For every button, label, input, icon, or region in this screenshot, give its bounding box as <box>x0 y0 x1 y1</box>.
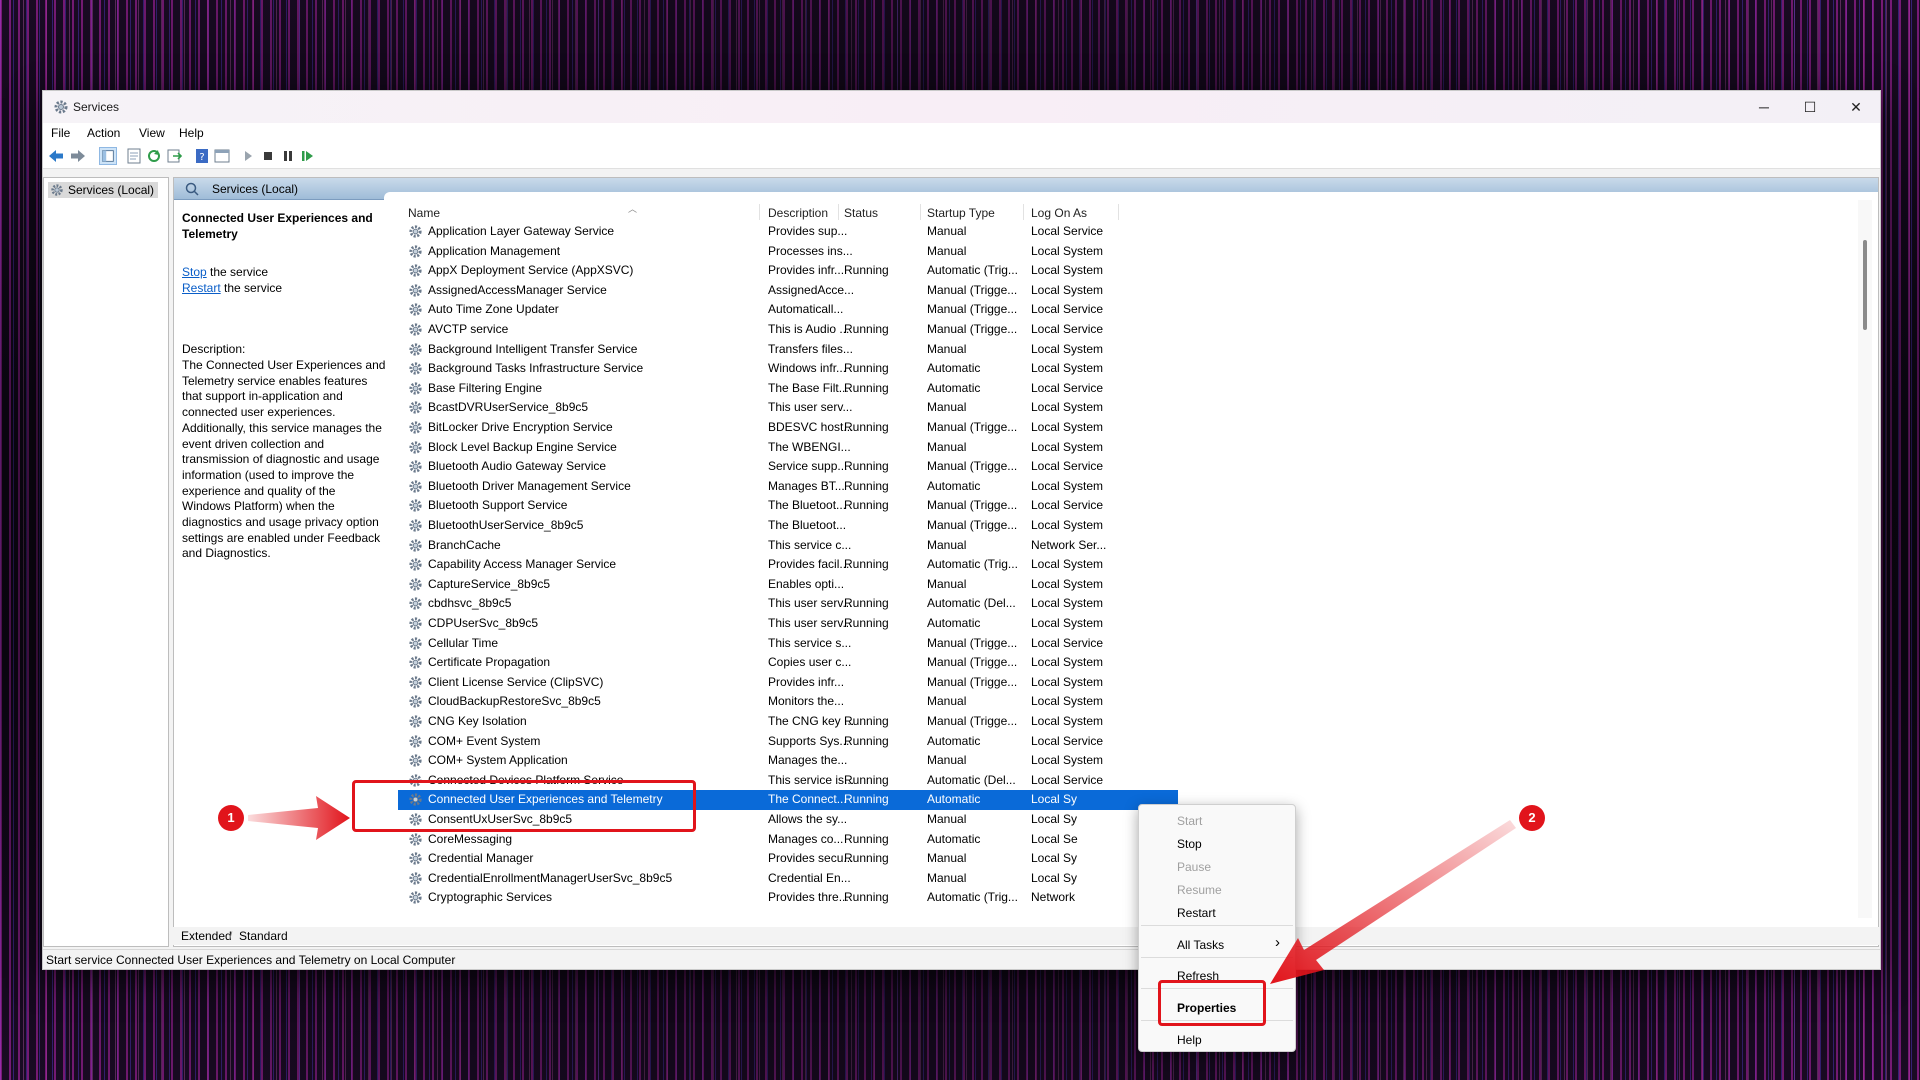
step-badge-2: 2 <box>1519 805 1545 831</box>
arrow-to-properties <box>1270 820 1516 984</box>
step-badge-1: 1 <box>218 805 244 831</box>
arrow-to-selected-service <box>248 796 350 840</box>
annotation-arrows <box>248 796 1516 984</box>
